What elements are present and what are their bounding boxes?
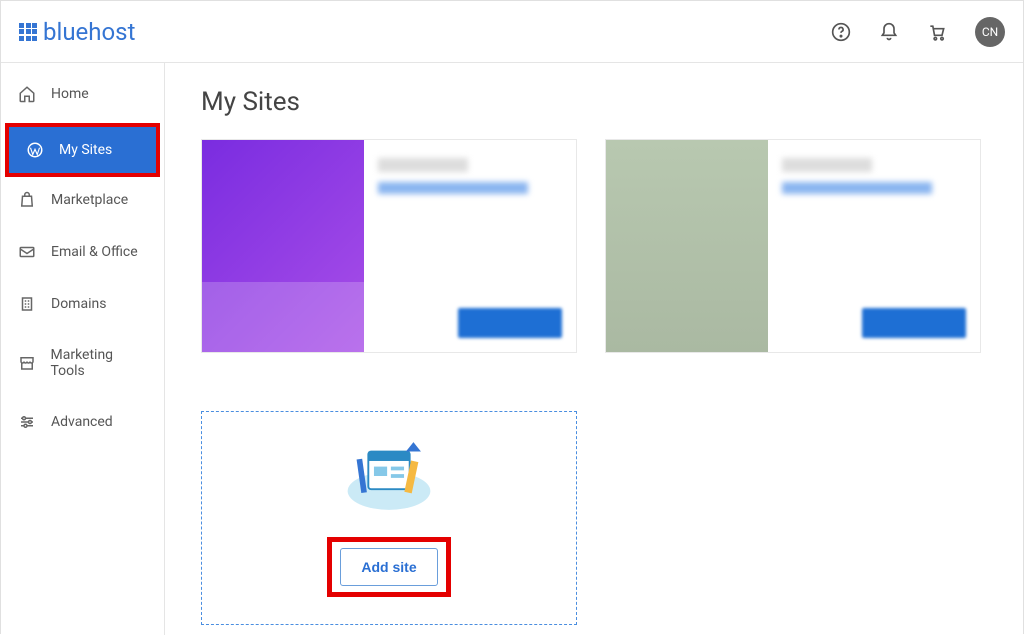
home-icon (17, 85, 37, 103)
site-thumbnail (202, 140, 364, 352)
sidebar-item-label: Home (51, 86, 89, 102)
avatar[interactable]: CN (975, 17, 1005, 47)
highlight-my-sites: My Sites (5, 123, 160, 177)
sidebar-item-marketing-tools[interactable]: Marketing Tools (1, 333, 164, 393)
manage-site-button[interactable] (862, 308, 966, 338)
help-icon[interactable] (831, 22, 851, 42)
add-site-illustration-icon (342, 439, 436, 513)
bag-icon (17, 191, 37, 209)
site-thumbnail (606, 140, 768, 352)
sidebar-item-label: My Sites (59, 142, 112, 158)
topbar: bluehost CN (1, 1, 1023, 63)
topbar-actions: CN (831, 17, 1005, 47)
sidebar-item-label: Domains (51, 296, 106, 312)
add-site-button[interactable]: Add site (340, 548, 437, 586)
site-url-blurred (378, 182, 528, 194)
site-title-blurred (782, 158, 872, 172)
sidebar-item-label: Marketplace (51, 192, 128, 208)
sidebar-item-marketplace[interactable]: Marketplace (1, 177, 164, 223)
site-title-blurred (378, 158, 468, 172)
sidebar-item-label: Advanced (51, 414, 113, 430)
notifications-icon[interactable] (879, 22, 899, 42)
cart-icon[interactable] (927, 22, 947, 42)
page-title: My Sites (201, 87, 987, 117)
sidebar-item-label: Marketing Tools (51, 347, 149, 379)
site-card[interactable] (605, 139, 981, 353)
sidebar-item-domains[interactable]: Domains (1, 281, 164, 327)
storefront-icon (17, 354, 37, 372)
main-content: My Sites (165, 63, 1023, 635)
logo-icon (19, 23, 37, 41)
sidebar-item-email-office[interactable]: Email & Office (1, 229, 164, 275)
sites-grid: Add site (201, 139, 987, 625)
avatar-initials: CN (982, 25, 998, 39)
sidebar-item-my-sites[interactable]: My Sites (9, 127, 156, 173)
add-site-card: Add site (201, 411, 577, 625)
site-url-blurred (782, 182, 932, 194)
mail-icon (17, 243, 37, 261)
sidebar: Home My Sites Marketplace Email & Office (1, 63, 165, 635)
wordpress-icon (25, 141, 45, 159)
manage-site-button[interactable] (458, 308, 562, 338)
sliders-icon (17, 413, 37, 431)
highlight-add-site: Add site (327, 537, 450, 597)
brand-name: bluehost (43, 18, 135, 46)
sidebar-item-home[interactable]: Home (1, 71, 164, 117)
site-card[interactable] (201, 139, 577, 353)
brand-logo[interactable]: bluehost (19, 18, 135, 46)
sidebar-item-label: Email & Office (51, 244, 138, 260)
sidebar-item-advanced[interactable]: Advanced (1, 399, 164, 445)
building-icon (17, 295, 37, 313)
